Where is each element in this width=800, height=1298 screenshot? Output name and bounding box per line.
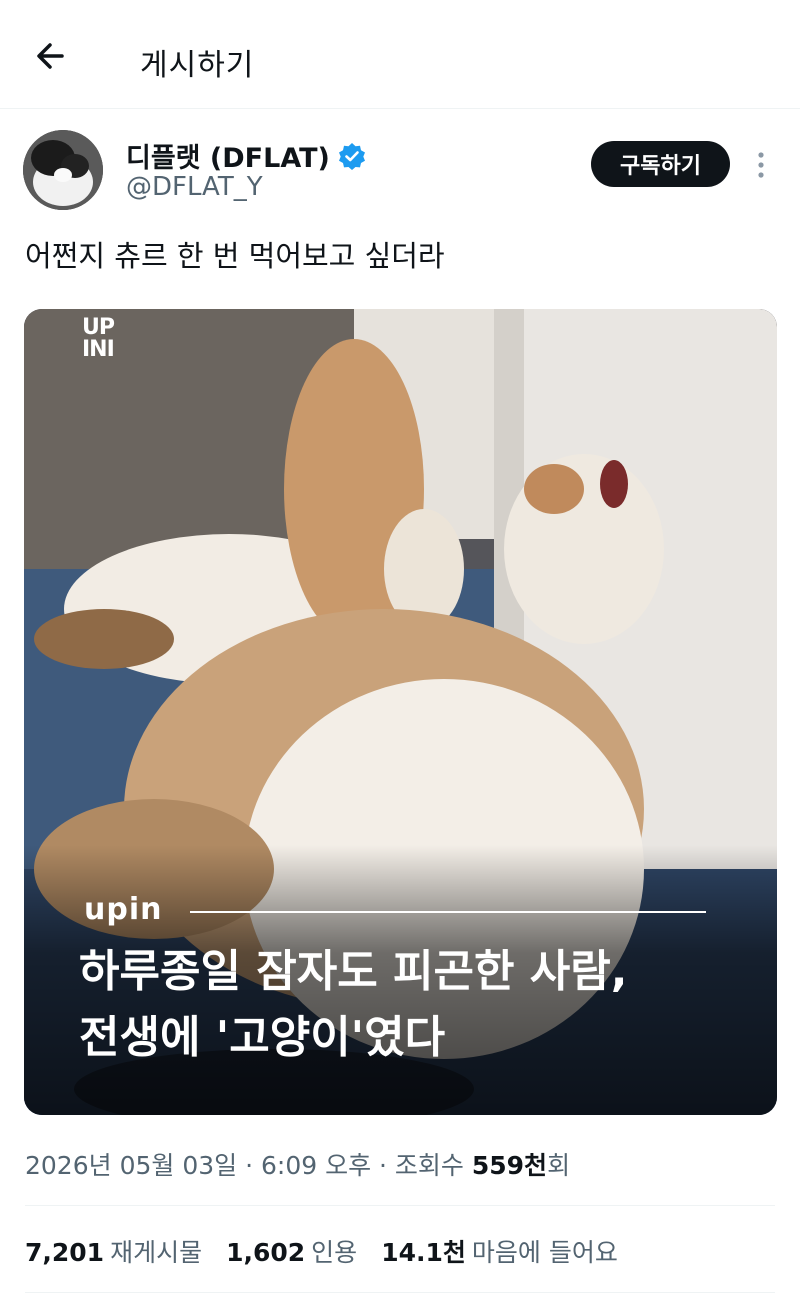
post-date[interactable]: 2026년 05월 03일 — [25, 1151, 237, 1180]
likes-stat[interactable]: 14.1천 마음에 들어요 — [381, 1233, 618, 1269]
post-meta: 2026년 05월 03일 · 6:09 오후 · 조회수 559천회 — [25, 1151, 571, 1180]
author-name[interactable]: 디플랫 (DFLAT) — [126, 136, 366, 175]
image-headline: 하루종일 잠자도 피곤한 사람, 전생에 '고양이'였다 — [79, 939, 627, 1071]
reposts-stat[interactable]: 7,201 재게시물 — [25, 1233, 202, 1269]
upin-logo-top: UP INI — [82, 315, 115, 362]
headline-line-2: 전생에 '고양이'였다 — [79, 1012, 446, 1063]
subscribe-button[interactable]: 구독하기 — [591, 141, 730, 187]
back-arrow-icon[interactable] — [30, 36, 80, 78]
headline-line-1: 하루종일 잠자도 피곤한 사람, — [79, 946, 628, 997]
post-time[interactable]: 6:09 오후 — [261, 1151, 371, 1180]
brand-divider — [190, 911, 706, 913]
top-bar: 게시하기 — [0, 0, 800, 109]
post-image[interactable]: UP INI upin 하루종일 잠자도 피곤한 사람, 전생에 '고양이'였다 — [24, 309, 777, 1115]
author-name-text: 디플랫 (DFLAT) — [126, 143, 330, 174]
views-count: 559천 — [471, 1151, 548, 1180]
avatar[interactable] — [23, 130, 103, 210]
verified-badge-icon — [338, 142, 365, 170]
quotes-stat[interactable]: 1,602 인용 — [226, 1233, 357, 1269]
author-handle[interactable]: @DFLAT_Y — [126, 172, 263, 202]
more-vertical-icon[interactable] — [752, 150, 770, 180]
page-title: 게시하기 — [140, 48, 255, 83]
upin-brand: upin — [84, 892, 163, 927]
divider — [25, 1292, 775, 1293]
post-text: 어쩐지 츄르 한 번 먹어보고 싶더라 — [25, 239, 445, 273]
divider — [25, 1205, 775, 1206]
post-stats: 7,201 재게시물 1,602 인용 14.1천 마음에 들어요 — [25, 1233, 618, 1269]
